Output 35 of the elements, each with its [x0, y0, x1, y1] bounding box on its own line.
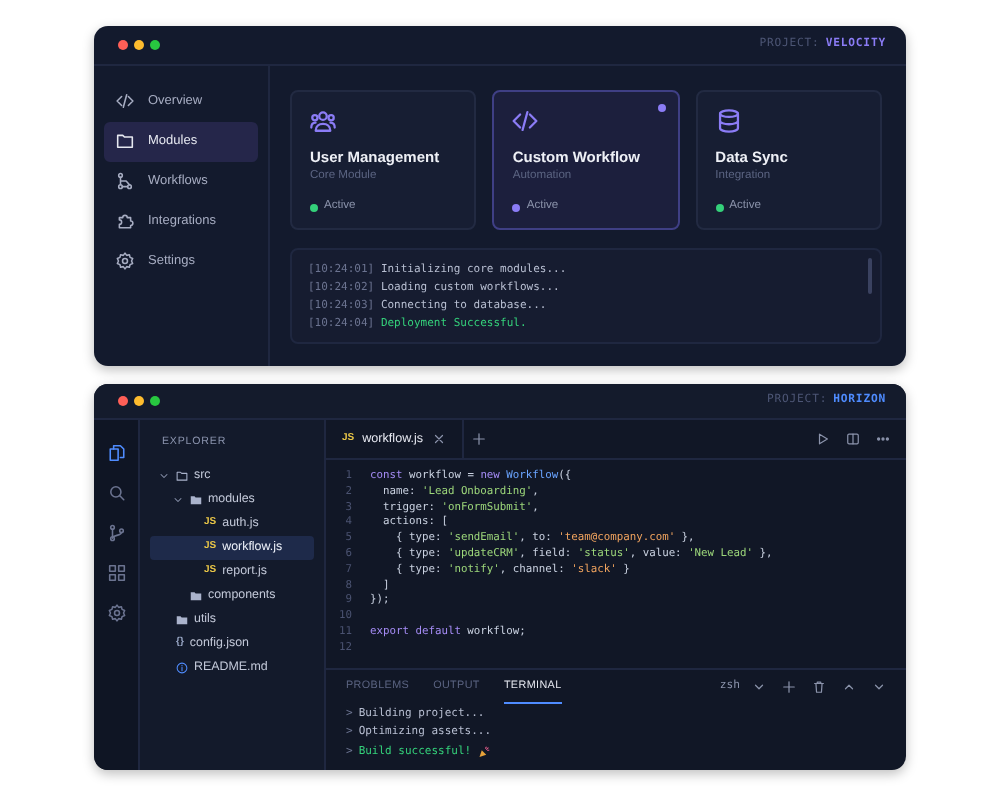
plus-icon[interactable]	[782, 679, 796, 694]
settings-icon[interactable]	[107, 604, 125, 622]
branch-icon[interactable]	[107, 524, 125, 542]
plus-icon[interactable]	[471, 432, 486, 446]
puzzle-icon	[116, 212, 134, 231]
window-minimize-button[interactable]	[134, 396, 144, 406]
nodes-icon	[116, 172, 134, 191]
party-popper-icon	[477, 746, 490, 759]
trash-icon[interactable]	[812, 679, 826, 694]
play-icon[interactable]	[816, 432, 830, 446]
selected-indicator-dot	[657, 104, 666, 112]
split-view-icon[interactable]	[846, 432, 860, 446]
window-close-button[interactable]	[118, 396, 128, 406]
database-icon	[715, 108, 742, 134]
chevron-down-icon	[752, 679, 766, 694]
search-icon[interactable]	[107, 484, 125, 502]
chevron-down-icon[interactable]	[172, 493, 184, 506]
users-icon	[310, 108, 336, 134]
close-icon[interactable]	[431, 432, 446, 446]
chevron-up-icon[interactable]	[842, 679, 856, 694]
chevron-down-icon[interactable]	[158, 469, 170, 482]
settings-icon	[116, 252, 134, 271]
window-close-button[interactable]	[118, 40, 128, 50]
more-icon[interactable]	[876, 432, 890, 446]
folder-icon	[116, 132, 134, 151]
extensions-icon[interactable]	[107, 564, 125, 582]
files-icon[interactable]	[107, 444, 125, 462]
window-zoom-button[interactable]	[150, 396, 160, 406]
scrollbar[interactable]	[868, 258, 872, 294]
info-icon	[176, 661, 188, 674]
code-brackets-icon	[512, 108, 539, 134]
chevron-down-icon[interactable]	[872, 679, 886, 694]
code-brackets-icon	[116, 92, 134, 111]
window-zoom-button[interactable]	[150, 40, 160, 50]
window-minimize-button[interactable]	[134, 40, 144, 50]
